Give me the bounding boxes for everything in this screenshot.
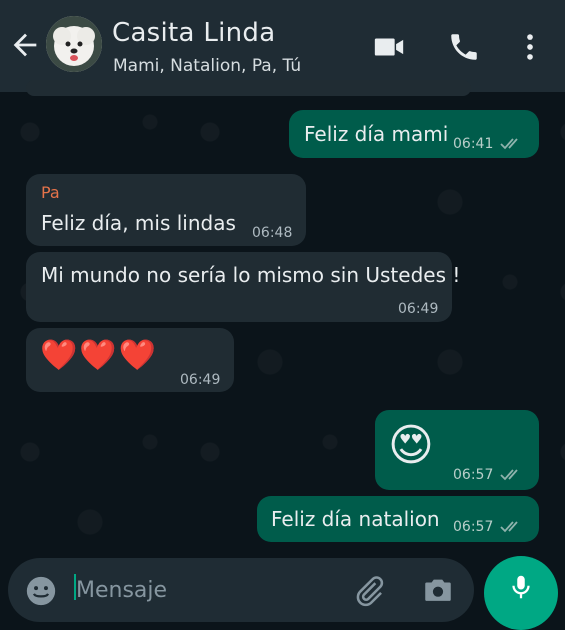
mic-icon xyxy=(512,575,530,599)
message-time: 06:49 xyxy=(180,372,221,388)
group-avatar[interactable] xyxy=(46,16,102,72)
previous-message-bubble[interactable] xyxy=(26,80,471,96)
heart-eyes-emoji: 😍 xyxy=(388,420,434,471)
sender-name[interactable]: Pa xyxy=(41,183,60,202)
chat-header: Casita Linda Mami, Natalion, Pa, Tú xyxy=(0,0,565,92)
message-input[interactable]: Mensaje xyxy=(76,578,167,603)
heart-emojis: ❤️❤️❤️ xyxy=(40,338,159,373)
message-text: Feliz día natalion xyxy=(271,507,440,531)
message-text: Feliz día mami xyxy=(304,122,449,146)
message-time: 06:57 xyxy=(453,467,494,483)
message-text: Feliz día, mis lindas xyxy=(41,211,236,235)
read-receipt-icon xyxy=(500,521,518,533)
phone-icon[interactable] xyxy=(447,30,481,64)
message-time: 06:48 xyxy=(252,225,293,241)
message-time: 06:49 xyxy=(398,301,439,317)
message-time: 06:41 xyxy=(453,136,494,152)
chat-participants[interactable]: Mami, Natalion, Pa, Tú xyxy=(113,56,301,76)
camera-icon[interactable] xyxy=(421,574,455,608)
read-receipt-icon xyxy=(500,138,518,150)
message-time: 06:57 xyxy=(453,519,494,535)
video-call-icon[interactable] xyxy=(372,30,406,64)
back-arrow-icon[interactable] xyxy=(8,28,42,62)
read-receipt-icon xyxy=(500,469,518,481)
more-options-icon[interactable] xyxy=(513,30,547,64)
attach-icon[interactable] xyxy=(352,574,386,608)
voice-message-button[interactable] xyxy=(484,556,558,630)
message-text: Mi mundo no sería lo mismo sin Ustedes ! xyxy=(41,263,461,287)
emoji-icon[interactable] xyxy=(24,574,58,608)
chat-title[interactable]: Casita Linda xyxy=(112,18,275,48)
